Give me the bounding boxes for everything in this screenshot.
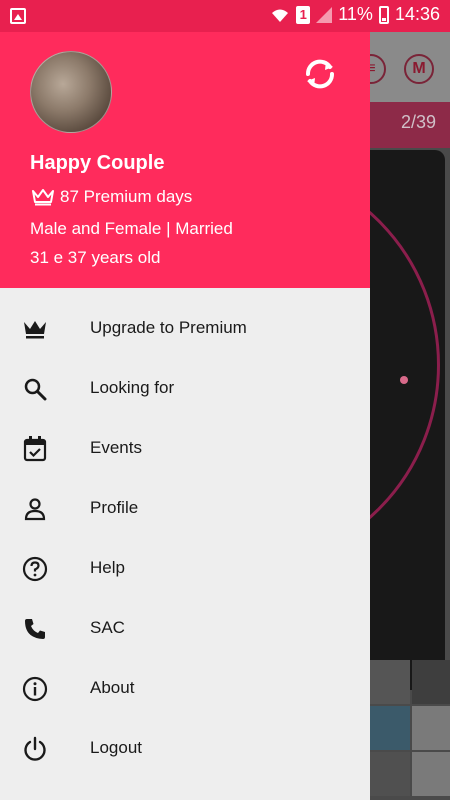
sync-icon <box>305 59 335 89</box>
avatar[interactable] <box>30 51 112 133</box>
wifi-icon <box>270 6 290 24</box>
messages-circle-icon: M <box>404 54 434 84</box>
menu-item-looking-for[interactable]: Looking for <box>0 358 370 418</box>
power-icon <box>22 736 48 762</box>
info-icon <box>22 676 48 702</box>
photo-grid <box>370 660 450 800</box>
gallery-notification-icon <box>10 8 26 24</box>
menu-item-label: Profile <box>90 498 139 517</box>
menu-item-label: Looking for <box>90 378 175 397</box>
battery-icon <box>378 5 389 24</box>
menu-item-label: About <box>90 678 135 697</box>
crown-icon <box>22 316 48 342</box>
user-relationship-info: Male and Female | Married <box>30 219 233 238</box>
menu-item-logout[interactable]: Logout <box>0 718 370 778</box>
menu-item-help[interactable]: Help <box>0 538 370 598</box>
drawer-menu: Upgrade to Premium Looking for Events Pr… <box>0 298 370 778</box>
photo-thumbnail <box>370 660 410 704</box>
sync-button[interactable] <box>300 54 340 94</box>
status-bar: 1 11% 14:36 <box>0 0 450 32</box>
phone-icon <box>22 616 48 642</box>
profile-counter: 2/39 <box>400 112 436 132</box>
menu-item-events[interactable]: Events <box>0 418 370 478</box>
signal-icon <box>316 6 333 23</box>
menu-item-label: Upgrade to Premium <box>90 318 247 337</box>
calendar-icon <box>22 436 48 462</box>
photo-thumbnail <box>412 660 450 704</box>
menu-item-label: Help <box>90 558 125 577</box>
menu-item-about[interactable]: About <box>0 658 370 718</box>
photo-thumbnail <box>412 706 450 750</box>
menu-item-profile[interactable]: Profile <box>0 478 370 538</box>
battery-percent: 11% <box>338 4 373 24</box>
drawer-header: Happy Couple 87 Premium days Male and Fe… <box>0 32 370 288</box>
menu-item-upgrade[interactable]: Upgrade to Premium <box>0 298 370 358</box>
user-name: Happy Couple <box>30 152 165 174</box>
menu-item-label: SAC <box>90 618 125 637</box>
navigation-drawer: Happy Couple 87 Premium days Male and Fe… <box>0 0 370 800</box>
premium-days: 87 Premium days <box>60 187 193 206</box>
sim-indicator: 1 <box>296 5 311 24</box>
person-icon <box>22 496 48 522</box>
search-icon <box>22 376 48 402</box>
radar-dot <box>400 376 408 384</box>
crown-icon <box>32 188 54 206</box>
premium-days-row: 87 Premium days <box>32 187 192 207</box>
clock: 14:36 <box>394 4 440 24</box>
photo-thumbnail <box>370 752 410 796</box>
menu-item-label: Events <box>90 438 142 457</box>
menu-item-label: Logout <box>90 738 142 757</box>
user-age: 31 e 37 years old <box>30 248 161 267</box>
help-icon <box>22 556 48 582</box>
photo-thumbnail <box>370 706 410 750</box>
menu-item-sac[interactable]: SAC <box>0 598 370 658</box>
photo-thumbnail <box>412 752 450 796</box>
